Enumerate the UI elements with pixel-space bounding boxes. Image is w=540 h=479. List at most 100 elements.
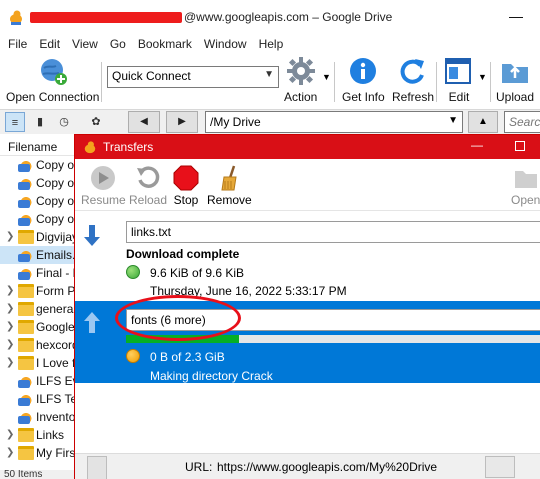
transfers-window: Transfers — Resume Reload Stop Remove Op… [74, 134, 540, 479]
menu-go[interactable]: Go [110, 34, 132, 54]
transfer-size: 0 B of 2.3 GiB [150, 350, 225, 364]
bonjour-view-button[interactable]: ✿ [86, 112, 106, 132]
upload-button[interactable]: Upload [496, 56, 534, 104]
duck-file-icon [18, 392, 34, 406]
resume-button[interactable]: Resume [81, 165, 126, 207]
url-label: URL: [185, 460, 213, 474]
transfers-footer: URL: https://www.googleapis.com/My%20Dri… [75, 453, 540, 479]
info-icon [350, 58, 377, 84]
back-button[interactable]: ◀ [128, 111, 160, 133]
expand-chevron-icon[interactable]: ❯ [6, 336, 14, 354]
history-view-button[interactable]: ◷ [54, 112, 74, 132]
transfer-row-selected[interactable]: fonts (6 more) 0 B of 2.3 GiB Making dir… [75, 301, 540, 383]
open-connection-label: Open Connection [6, 90, 100, 104]
action-label: Action [284, 90, 318, 104]
open-connection-button[interactable]: Open Connection [6, 56, 99, 104]
quick-connect-dropdown[interactable]: Quick Connect ▼ [107, 66, 279, 88]
open-button[interactable]: Open [511, 165, 540, 207]
back-arrow-icon: ◀ [140, 116, 148, 127]
path-value: /My Drive [210, 115, 261, 129]
clock-icon: ◷ [59, 116, 69, 128]
transfer-message: Making directory Crack [150, 369, 273, 383]
filename-column-header[interactable]: Filename [0, 134, 80, 156]
menu-view[interactable]: View [72, 34, 104, 54]
remove-button[interactable]: Remove [207, 165, 252, 207]
transfers-minimize-button[interactable]: — [471, 138, 483, 152]
bandwidth-dropdown[interactable] [485, 456, 515, 478]
broom-icon [221, 165, 237, 191]
refresh-button[interactable]: Refresh [392, 56, 434, 104]
file-list-item[interactable]: ❯ Form P [0, 282, 80, 300]
file-list-item[interactable]: Emails.c [0, 246, 80, 264]
edit-chevron-down-icon[interactable]: ▼ [478, 72, 487, 82]
edit-button[interactable]: Edit [444, 56, 474, 104]
file-list-item[interactable]: ❯ hexcord [0, 336, 80, 354]
file-list-item[interactable]: ❯ I Love f [0, 354, 80, 372]
duck-file-icon [18, 248, 34, 262]
transfers-maximize-button[interactable] [515, 141, 525, 151]
forward-button[interactable]: ▶ [166, 111, 198, 133]
transfers-title-bar: Transfers — [75, 135, 540, 159]
get-info-button[interactable]: Get Info [342, 56, 385, 104]
bookmarks-view-button[interactable]: ▮ [30, 112, 50, 132]
minimize-button[interactable]: — [506, 6, 526, 26]
transfer-row[interactable]: links.txt Download complete 9.6 KiB of 9… [75, 213, 540, 301]
expand-chevron-icon[interactable]: ❯ [6, 282, 14, 300]
expand-chevron-icon[interactable]: ❯ [6, 318, 14, 336]
action-chevron-down-icon[interactable]: ▼ [322, 72, 331, 82]
transfer-size: 9.6 KiB of 9.6 KiB [150, 266, 245, 280]
expand-chevron-icon[interactable]: ❯ [6, 228, 14, 246]
file-rows: Copy of Copy of Copy of Copy of ❯ Digvijay Ema… [0, 156, 80, 462]
duck-file-icon [18, 374, 34, 388]
file-list-item[interactable]: ❯ general [0, 300, 80, 318]
file-list-item[interactable]: ❯ Links [0, 426, 80, 444]
stop-button[interactable]: Stop [173, 165, 199, 207]
url-value[interactable]: https://www.googleapis.com/My%20Drive [217, 460, 437, 474]
duck-file-icon [18, 266, 34, 280]
outline-view-button[interactable]: ≡ [5, 112, 25, 132]
folder-icon [18, 428, 34, 442]
duck-file-icon [18, 176, 34, 190]
file-list-item[interactable]: Copy of [0, 210, 80, 228]
file-list-item[interactable]: ❯ My First [0, 444, 80, 462]
upload-label: Upload [496, 90, 535, 104]
toolbar-divider [101, 62, 102, 102]
expand-chevron-icon[interactable]: ❯ [6, 426, 14, 444]
document-icon [87, 456, 107, 479]
refresh-label: Refresh [392, 90, 435, 104]
folder-icon [18, 284, 34, 298]
globe-plus-icon [40, 59, 67, 85]
menu-edit[interactable]: Edit [39, 34, 66, 54]
file-list-item[interactable]: Copy of [0, 156, 80, 174]
transfer-status: Download complete [126, 247, 240, 261]
menu-bookmark[interactable]: Bookmark [138, 34, 198, 54]
file-list-item[interactable]: Copy of [0, 192, 80, 210]
menu-window[interactable]: Window [204, 34, 253, 54]
file-list-item[interactable]: Invento [0, 408, 80, 426]
menu-help[interactable]: Help [259, 34, 290, 54]
chevron-down-icon: ▼ [264, 69, 274, 80]
expand-chevron-icon[interactable]: ❯ [6, 300, 14, 318]
get-info-label: Get Info [342, 90, 385, 104]
stop-label: Stop [173, 193, 199, 207]
file-list-item[interactable]: Final - M [0, 264, 80, 282]
refresh-icon [400, 59, 425, 84]
folder-icon [18, 302, 34, 316]
stop-icon [173, 165, 199, 191]
toolbar-divider [436, 62, 437, 102]
path-dropdown[interactable]: /My Drive ▼ [205, 111, 463, 133]
reload-button[interactable]: Reload [129, 165, 167, 207]
transfer-filename: fonts (6 more) [126, 309, 540, 331]
parent-directory-button[interactable]: ▲ [468, 111, 498, 133]
file-list-item[interactable]: ❯ Digvijay [0, 228, 80, 246]
file-list-item[interactable]: Copy of [0, 174, 80, 192]
file-list-item[interactable]: ILFS Eve [0, 372, 80, 390]
file-list-item[interactable]: ILFS Tes [0, 390, 80, 408]
menu-file[interactable]: File [8, 34, 33, 54]
action-button[interactable]: Action [284, 56, 317, 104]
expand-chevron-icon[interactable]: ❯ [6, 354, 14, 372]
toolbar-divider [334, 62, 335, 102]
search-input[interactable]: Search [504, 111, 540, 133]
file-list-item[interactable]: ❯ Google [0, 318, 80, 336]
expand-chevron-icon[interactable]: ❯ [6, 444, 14, 462]
